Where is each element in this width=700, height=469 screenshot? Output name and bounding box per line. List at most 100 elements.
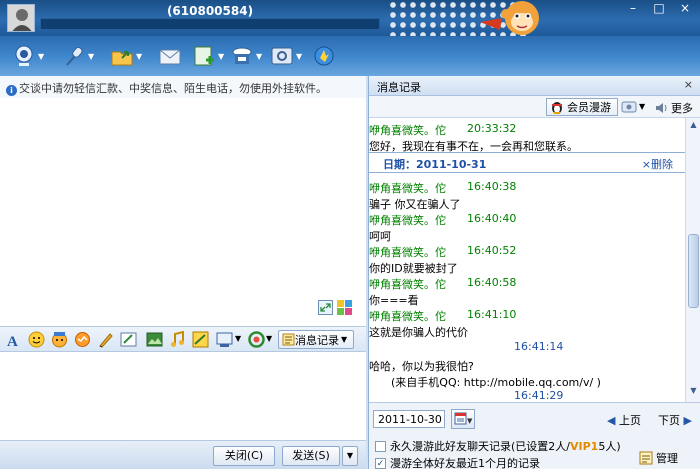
- maximize-button[interactable]: □: [652, 1, 666, 15]
- message-text: 你的ID就要被封了: [369, 262, 458, 275]
- message-sender: 咿角喜微笑。佗: [369, 182, 446, 195]
- screen-capture-icon[interactable]: [216, 331, 233, 348]
- history-scrollbar[interactable]: ▲ ▼: [685, 118, 700, 402]
- date-header: 日期：2011-10-31 ×删除: [383, 156, 673, 172]
- avatar[interactable]: [7, 4, 35, 32]
- roam-friend-checkbox[interactable]: 永久漫游此好友聊天记录(已设置2人/ VIP1 5人): [375, 438, 621, 454]
- settings-button[interactable]: ▼: [270, 43, 302, 69]
- checkbox-checked[interactable]: ✓: [375, 457, 386, 469]
- history-header: 消息记录 ×: [369, 76, 700, 96]
- history-date-input[interactable]: 2011-10-30: [373, 410, 445, 428]
- avatar-image: [8, 5, 34, 31]
- date-separator: [369, 152, 685, 153]
- emoji-icon[interactable]: [28, 331, 45, 348]
- close-window-button[interactable]: ×: [678, 1, 692, 15]
- chevron-down-icon: ▼: [341, 335, 348, 344]
- screen-capture-dropdown[interactable]: ▼: [235, 334, 241, 343]
- message-time: 16:41:14: [514, 340, 564, 353]
- vip-roaming-label: 会员漫游: [567, 101, 611, 114]
- handwriting-icon[interactable]: [97, 331, 114, 348]
- message-sender: 咿角喜微笑。佗: [369, 278, 446, 291]
- scene-dropdown[interactable]: ▼: [266, 334, 272, 343]
- prev-page-label: 上页: [618, 414, 641, 427]
- microphone-button[interactable]: ▼: [62, 43, 94, 69]
- remote-assist-icon: [232, 47, 252, 64]
- minimize-button[interactable]: –: [626, 1, 640, 15]
- message-text: 你===看: [369, 294, 419, 307]
- send-file-button[interactable]: ▼: [110, 43, 142, 69]
- prev-page-button[interactable]: ◀ 上页: [607, 412, 641, 428]
- calendar-button[interactable]: ▼: [451, 409, 475, 429]
- message-time: 16:40:52: [467, 244, 517, 257]
- roam-suffix: 5人): [598, 440, 621, 453]
- message-time: 16:40:38: [467, 180, 517, 193]
- remote-assist-button[interactable]: ▼: [230, 43, 262, 69]
- date-separator: [369, 172, 685, 173]
- image-icon[interactable]: [146, 331, 163, 348]
- message-input[interactable]: [0, 352, 366, 440]
- scene-theme-icon[interactable]: [248, 331, 265, 348]
- more-button[interactable]: 更多: [655, 100, 693, 116]
- scroll-down-button[interactable]: ▼: [687, 386, 700, 400]
- display-area-tools: [318, 300, 352, 315]
- send-options-button[interactable]: ▼: [342, 446, 358, 466]
- send-bar: 关闭(C) 发送(S) ▼: [0, 440, 366, 469]
- microphone-icon: [66, 46, 83, 66]
- checkbox-unchecked[interactable]: [375, 440, 386, 452]
- roam-all-checkbox[interactable]: ✓ 漫游全体好友最近1个月的记录: [375, 455, 540, 469]
- delete-date-button[interactable]: ×删除: [642, 156, 673, 172]
- close-button[interactable]: 关闭(C): [213, 446, 275, 466]
- scene-icon[interactable]: [337, 300, 352, 315]
- roaming-settings-icon[interactable]: [621, 99, 637, 115]
- manage-icon: [639, 451, 653, 465]
- send-button[interactable]: 发送(S): [282, 446, 340, 466]
- music-icon[interactable]: [169, 331, 186, 348]
- message-time: 20:33:32: [467, 122, 517, 135]
- magic-emoji-icon[interactable]: [51, 331, 68, 348]
- message-time: 16:40:58: [467, 276, 517, 289]
- message-text: 骗子 你又在骗人了: [369, 198, 461, 211]
- scroll-up-button[interactable]: ▲: [687, 120, 700, 134]
- prev-arrow-icon: ◀: [607, 414, 616, 427]
- info-icon: i: [6, 85, 17, 96]
- message-history-button[interactable]: 消息记录 ▼: [278, 330, 354, 349]
- svg-text:A: A: [7, 334, 18, 348]
- calendar-icon: ▼: [454, 412, 473, 425]
- vip-roaming-button[interactable]: 会员漫游: [546, 98, 618, 116]
- settings-icon: [271, 47, 293, 65]
- format-toolbar: A ▼ ▼ 消息记录 ▼: [0, 326, 366, 352]
- scroll-thumb[interactable]: [688, 234, 699, 308]
- add-app-button[interactable]: ▼: [192, 43, 224, 69]
- webcam-icon: [15, 45, 33, 66]
- font-icon[interactable]: A: [5, 331, 22, 348]
- app-box-button[interactable]: [312, 43, 336, 69]
- history-toolbar: 会员漫游 ▼ 更多: [369, 96, 700, 118]
- manage-button[interactable]: 管理: [639, 450, 678, 466]
- message-time: 16:41:10: [467, 308, 517, 321]
- message-sender: 咿角喜微笑。佗: [369, 124, 446, 137]
- vibrate-icon[interactable]: [74, 331, 91, 348]
- message-text: 这就是你骗人的代价: [369, 326, 468, 339]
- roam-friend-label: 永久漫游此好友聊天记录(已设置2人/: [390, 440, 570, 453]
- roaming-dropdown[interactable]: ▼: [639, 102, 645, 111]
- webcam-button[interactable]: ▼: [12, 43, 44, 69]
- title-bar: (610800584) – □ ×: [0, 0, 700, 36]
- next-page-button[interactable]: 下页 ▶: [658, 412, 692, 428]
- history-close-button[interactable]: ×: [684, 78, 693, 91]
- penguin-icon: [552, 102, 562, 114]
- screenshot-icon[interactable]: [120, 331, 137, 348]
- doodle-icon[interactable]: [192, 331, 209, 348]
- expand-icon[interactable]: [318, 300, 333, 315]
- message-text: 呵呵: [369, 230, 391, 243]
- send-email-button[interactable]: [158, 43, 182, 69]
- signature-bar[interactable]: [40, 18, 380, 30]
- main-toolbar: ▼ ▼ ▼ ▼ ▼ ▼: [0, 36, 700, 76]
- security-notice-text: 交谈中请勿轻信汇款、中奖信息、陌生电话，勿使用外挂软件。: [19, 82, 327, 95]
- history-footer: 2011-10-30 ▼ ◀ 上页 下页 ▶ 永久漫游此好友聊天记录(已设置2人…: [369, 402, 700, 469]
- next-arrow-icon: ▶: [683, 414, 692, 427]
- message-sender: 咿角喜微笑。佗: [369, 214, 446, 227]
- history-log[interactable]: 咿角喜微笑。佗 20:33:32 您好，我现在有事不在，一会再和您联系。 日期：…: [369, 118, 685, 402]
- message-text: 哈哈，你以为我很怕?: [369, 360, 474, 373]
- message-time: 16:41:29: [514, 389, 564, 402]
- mascot-icon: [480, 1, 539, 35]
